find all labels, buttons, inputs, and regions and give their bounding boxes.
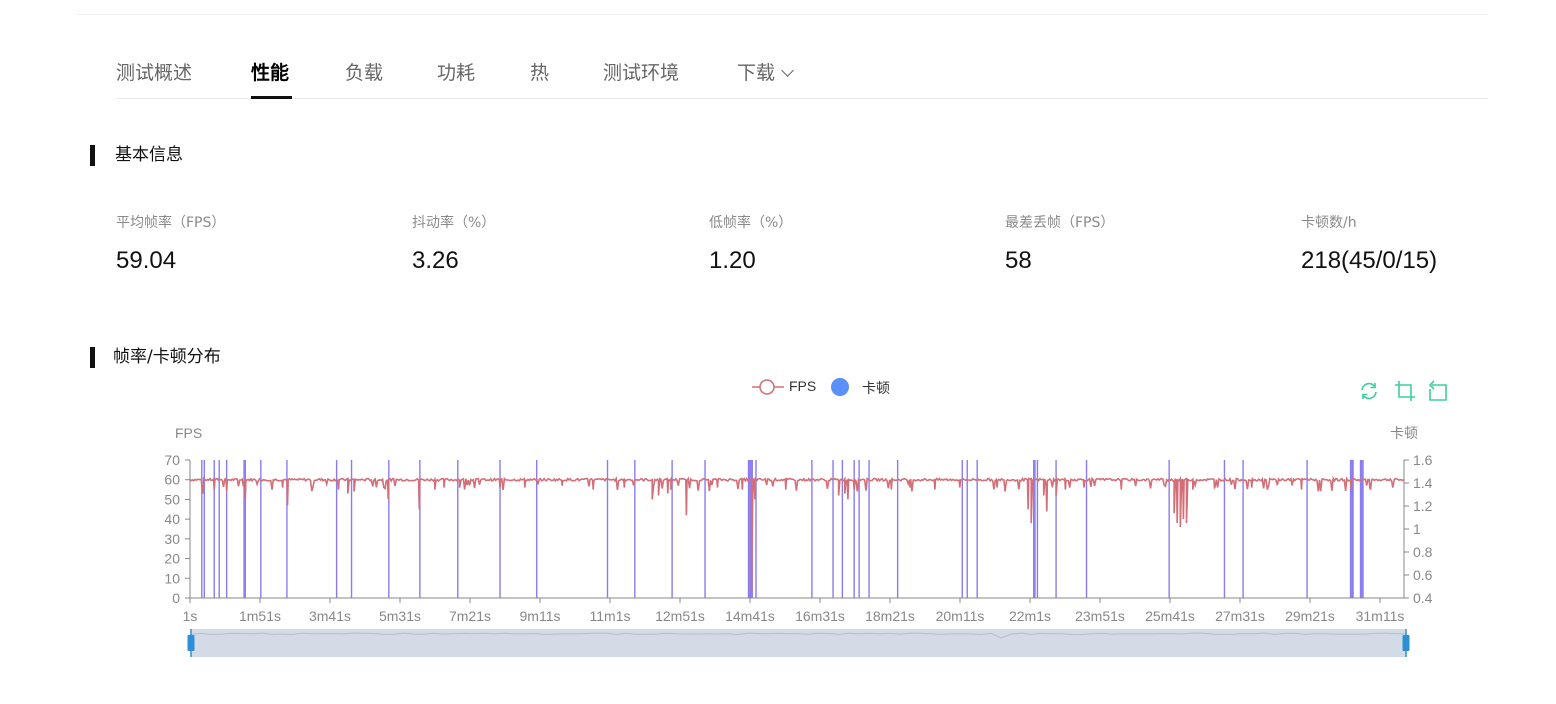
x-tick-label: 18m21s bbox=[865, 608, 915, 624]
x-tick-label: 14m41s bbox=[725, 608, 775, 624]
y-tick-label-right: 1.4 bbox=[1413, 475, 1433, 491]
metric-value: 1.20 bbox=[709, 247, 756, 274]
y-tick-label-left: 10 bbox=[164, 570, 180, 586]
x-tick-label: 25m41s bbox=[1145, 608, 1195, 624]
x-tick-label: 31m11s bbox=[1356, 608, 1405, 624]
tab-label: 热 bbox=[530, 62, 550, 84]
y-tick-label-left: 20 bbox=[164, 551, 180, 567]
tab-download[interactable]: 下载 bbox=[737, 58, 794, 88]
metric-label: 抖动率（%） bbox=[412, 215, 496, 231]
tab-performance[interactable]: 性能 bbox=[251, 58, 289, 88]
metric-label: 低帧率（%） bbox=[709, 215, 793, 231]
metric-value: 59.04 bbox=[116, 247, 177, 274]
metric-value: 3.26 bbox=[412, 247, 459, 274]
y-tick-label-right: 1.6 bbox=[1413, 452, 1433, 468]
y-tick-label-right: 0.6 bbox=[1413, 567, 1433, 583]
tab-label: 功耗 bbox=[437, 62, 476, 84]
tab-label: 测试概述 bbox=[116, 62, 193, 84]
metric-value: 218(45/0/15) bbox=[1301, 247, 1438, 274]
x-tick-label: 9m11s bbox=[520, 608, 561, 624]
y-tick-label-right: 0.8 bbox=[1413, 544, 1433, 560]
x-tick-label: 1s bbox=[183, 608, 198, 624]
x-tick-label: 11m1s bbox=[590, 608, 631, 624]
x-tick-label: 16m31s bbox=[795, 608, 845, 624]
tab-environment[interactable]: 测试环境 bbox=[603, 58, 679, 88]
metric-label: 平均帧率（FPS） bbox=[116, 215, 226, 231]
y-tick-label-right: 1.2 bbox=[1413, 498, 1433, 514]
x-tick-label: 5m31s bbox=[379, 608, 421, 624]
y-tick-label-right: 0.4 bbox=[1413, 590, 1433, 606]
tab-label: 负载 bbox=[345, 62, 384, 84]
tab-label: 测试环境 bbox=[603, 62, 680, 84]
y-axis-title-right: 卡顿 bbox=[1390, 425, 1418, 441]
fps-series-line bbox=[189, 475, 1405, 593]
y-tick-label-left: 30 bbox=[164, 531, 180, 547]
x-tick-label: 29m21s bbox=[1285, 608, 1335, 624]
y-tick-label-left: 40 bbox=[164, 511, 180, 527]
tab-label: 下载 bbox=[737, 62, 776, 84]
x-tick-label: 23m51s bbox=[1075, 608, 1125, 624]
y-tick-label-right: 1 bbox=[1413, 521, 1421, 537]
y-tick-label-left: 50 bbox=[164, 491, 180, 507]
x-tick-label: 7m21s bbox=[449, 608, 491, 624]
tab-power[interactable]: 功耗 bbox=[437, 58, 475, 88]
y-axis-title-left: FPS bbox=[175, 425, 202, 441]
x-tick-label: 1m51s bbox=[239, 608, 281, 624]
y-tick-label-left: 70 bbox=[164, 452, 180, 468]
x-tick-label: 22m1s bbox=[1009, 608, 1051, 624]
tab-label: 性能 bbox=[251, 62, 290, 84]
chevron-down-icon bbox=[781, 64, 794, 77]
fps-stutter-chart: FPS 卡顿 0 10 20 30 40 50 60 70 0.4 0.6 0.8 1 1.2 1.4 1.… bbox=[164, 425, 1433, 657]
tab-thermal[interactable]: 热 bbox=[530, 58, 549, 88]
y-tick-label-left: 0 bbox=[172, 590, 180, 606]
metric-label: 卡顿数/h bbox=[1301, 215, 1357, 231]
tab-overview[interactable]: 测试概述 bbox=[116, 58, 192, 88]
tab-load[interactable]: 负载 bbox=[345, 58, 383, 88]
x-tick-label: 3m41s bbox=[309, 608, 351, 624]
x-tick-label: 12m51s bbox=[655, 608, 705, 624]
metric-label: 最差丢帧（FPS） bbox=[1005, 215, 1115, 231]
x-tick-label: 27m31s bbox=[1215, 608, 1265, 624]
metric-value: 58 bbox=[1005, 247, 1032, 274]
x-tick-label: 20m11s bbox=[936, 608, 985, 624]
y-tick-label-left: 60 bbox=[164, 472, 180, 488]
